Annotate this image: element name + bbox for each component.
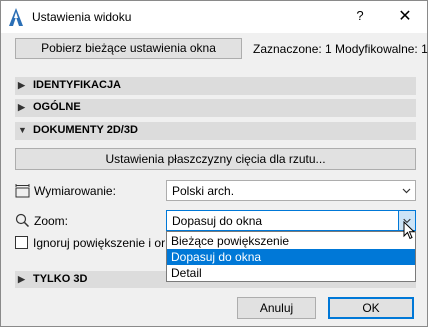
zoom-select[interactable]: Dopasuj do okna bbox=[166, 210, 416, 231]
mouse-cursor-icon bbox=[403, 221, 416, 240]
dialog-window: Ustawienia widoku ? ✕ Pobierz bieżące us… bbox=[0, 0, 428, 327]
chevron-down-icon bbox=[402, 188, 411, 194]
collapse-triangle-icon: ▼ bbox=[18, 125, 27, 135]
dimension-icon bbox=[15, 184, 30, 198]
dimensioning-label: Wymiarowanie: bbox=[34, 184, 116, 198]
section-label: IDENTYFIKACJA bbox=[33, 79, 122, 91]
zoom-value: Dopasuj do okna bbox=[172, 214, 263, 228]
ignore-zoom-checkbox[interactable] bbox=[15, 236, 28, 249]
get-current-settings-button[interactable]: Pobierz bieżące ustawienia okna bbox=[15, 38, 242, 59]
help-button[interactable]: ? bbox=[352, 8, 368, 26]
zoom-option[interactable]: Detail bbox=[167, 265, 415, 281]
zoom-option[interactable]: Bieżące powiększenie bbox=[167, 233, 415, 249]
dimensioning-value: Polski arch. bbox=[172, 184, 235, 198]
section-label: OGÓLNE bbox=[33, 101, 81, 113]
close-button[interactable]: ✕ bbox=[396, 8, 414, 26]
section-ogolne[interactable]: ▶ OGÓLNE bbox=[15, 99, 416, 117]
selection-info: Zaznaczone: 1 Modyfikowalne: 1 bbox=[253, 42, 428, 56]
zoom-label: Zoom: bbox=[34, 214, 69, 228]
archicad-logo-icon bbox=[9, 8, 23, 26]
dimensioning-select[interactable]: Polski arch. bbox=[166, 180, 416, 201]
ok-button[interactable]: OK bbox=[328, 297, 414, 319]
magnifier-icon bbox=[15, 213, 30, 227]
section-identyfikacja[interactable]: ▶ IDENTYFIKACJA bbox=[15, 77, 416, 95]
section-label: DOKUMENTY 2D/3D bbox=[33, 124, 138, 136]
title-bar: Ustawienia widoku ? ✕ bbox=[1, 1, 427, 33]
section-dokumenty[interactable]: ▼ DOKUMENTY 2D/3D bbox=[15, 122, 416, 140]
cut-plane-settings-button[interactable]: Ustawienia płaszczyzny cięcia dla rzutu.… bbox=[15, 148, 416, 170]
expand-triangle-icon: ▶ bbox=[18, 274, 25, 284]
zoom-dropdown-list: Bieżące powiększenie Dopasuj do okna Det… bbox=[166, 231, 416, 282]
ignore-zoom-label: Ignoruj powiększenie i ori bbox=[33, 236, 165, 250]
window-title: Ustawienia widoku bbox=[32, 10, 132, 24]
expand-triangle-icon: ▶ bbox=[18, 80, 25, 90]
zoom-option-selected[interactable]: Dopasuj do okna bbox=[167, 249, 415, 265]
cancel-button[interactable]: Anuluj bbox=[237, 297, 316, 319]
expand-triangle-icon: ▶ bbox=[18, 102, 25, 112]
section-label: TYLKO 3D bbox=[33, 273, 88, 285]
